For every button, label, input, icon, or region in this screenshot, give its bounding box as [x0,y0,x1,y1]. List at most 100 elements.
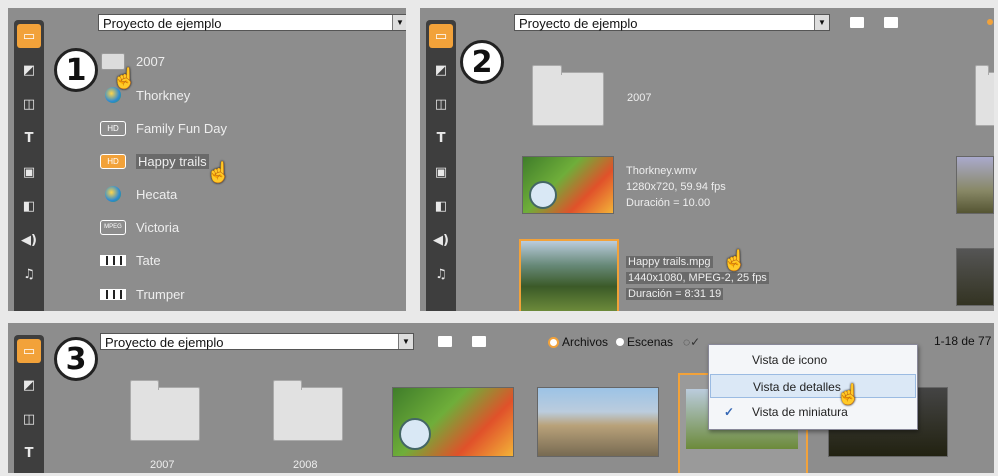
film-strip-icon [100,286,126,303]
list-item[interactable]: Tate [100,249,161,271]
clip-thumbnail[interactable] [537,387,659,457]
list-item[interactable]: Hecata [100,183,177,205]
item-count: 1-18 de 77 [934,334,992,348]
folder-icon[interactable] [884,17,898,28]
project-select[interactable]: Proyecto de ejemplo ▼ [100,333,414,350]
step-badge: 3 [54,337,98,381]
folder-icon[interactable] [532,65,604,126]
radio-files-label[interactable]: Archivos [562,335,608,349]
step-badge: 2 [460,40,504,84]
clip-details: Thorkney.wmv 1280x720, 59.94 fps Duració… [626,163,726,211]
list-item[interactable]: HD Family Fun Day [100,117,227,139]
list-item-label: Happy trails [136,153,209,169]
list-item-label: Hecata [136,186,178,202]
clip-thumbnail-selected[interactable] [519,239,619,311]
menu-item-details-view[interactable]: Vista de detalles [710,374,916,398]
folder-icon[interactable] [130,380,200,441]
film-strip-icon [100,252,126,269]
project-select-value: Proyecto de ejemplo [105,335,224,350]
project-select-value: Proyecto de ejemplo [103,16,222,31]
sound-tab-icon[interactable]: ◀) [429,228,453,252]
radio-icon[interactable] [548,336,559,348]
transitions-tab-icon[interactable]: ◩ [17,58,41,82]
project-select[interactable]: Proyecto de ejemplo ▼ [98,14,406,31]
clip-thumbnail[interactable] [392,387,514,457]
transitions-tab-icon[interactable]: ◩ [429,58,453,82]
panel-list-view: ▭ ◩ ◫ T ▣ ◧ ◀) ♫ 1 Proyecto de ejemplo ▼… [8,8,406,311]
list-item-label: 2007 [136,53,165,69]
menu-item-label: Vista de miniatura [752,405,848,419]
avatar [399,418,431,450]
menus-tab-icon[interactable]: ◧ [429,194,453,218]
folder-icon[interactable] [273,380,343,441]
hd-file-icon: HD [100,153,126,170]
view-filter: Archivos Escenas ◌✓ [548,335,700,349]
folder-label: 2008 [293,459,318,471]
photo-tab-icon[interactable]: ▣ [17,160,41,184]
pointer-cursor-icon: ☝ [836,384,861,406]
clip-name: Happy trails.mpg [626,256,713,268]
view-mode-icon[interactable]: ◌✓ [683,335,700,349]
project-select[interactable]: Proyecto de ejemplo ▼ [514,14,830,31]
montage-tab-icon[interactable]: ◫ [429,92,453,116]
menu-item-label: Vista de icono [752,353,828,367]
transitions-tab-icon[interactable]: ◩ [17,373,41,397]
menu-item-thumbnail-view[interactable]: ✓ Vista de miniatura [710,400,916,424]
menus-tab-icon[interactable]: ◧ [17,194,41,218]
montage-tab-icon[interactable]: ◫ [17,407,41,431]
menu-item-icon-view[interactable]: Vista de icono [710,348,916,372]
clip-details: Happy trails.mpg 1440x1080, MPEG-2, 25 f… [626,254,769,302]
view-mode-menu: Vista de icono Vista de detalles ✓ Vista… [708,344,918,430]
photo-tab-icon[interactable]: ▣ [429,160,453,184]
list-item-label: Victoria [136,219,180,235]
library-tab-icon[interactable]: ▭ [17,24,41,48]
radio-icon[interactable] [987,19,993,25]
montage-tab-icon[interactable]: ◫ [17,92,41,116]
project-select-value: Proyecto de ejemplo [519,16,638,31]
folder-up-icon[interactable] [438,336,452,347]
library-tab-icon[interactable]: ▭ [429,24,453,48]
folder-icon[interactable] [472,336,486,347]
music-tab-icon[interactable]: ♫ [429,262,453,286]
panel-details-view: ▭ ◩ ◫ T ▣ ◧ ◀) ♫ 2 Proyecto de ejemplo ▼… [420,8,994,311]
clip-name: Thorkney.wmv [626,165,697,177]
list-item-label: Family Fun Day [136,120,228,136]
music-tab-icon[interactable]: ♫ [17,262,41,286]
menu-item-label: Vista de detalles [753,380,841,394]
radio-scenes-label[interactable]: Escenas [627,335,673,349]
mpeg-file-icon: MPEG [100,219,126,236]
hd-file-icon: HD [100,120,126,137]
folder-label: 2007 [150,459,175,471]
titles-tab-icon[interactable]: T [429,126,453,150]
wmv-file-icon [100,186,126,203]
list-item-label: Thorkney [136,87,191,103]
titles-tab-icon[interactable]: T [17,126,41,150]
clip-duration: Duración = 10.00 [626,197,711,209]
chevron-down-icon[interactable]: ▼ [392,15,406,30]
clip-resolution: 1440x1080, MPEG-2, 25 fps [626,272,769,284]
library-tab-icon[interactable]: ▭ [17,339,41,363]
chevron-down-icon[interactable]: ▼ [398,334,413,349]
clip-thumbnail[interactable] [956,248,994,306]
step-badge: 1 [54,48,98,92]
list-item-label: Tate [136,252,161,268]
list-item[interactable]: HD Happy trails [100,150,209,172]
sound-tab-icon[interactable]: ◀) [17,228,41,252]
sidebar: ▭ ◩ ◫ T ▣ ◧ ◀) ♫ [426,20,456,311]
radio-icon[interactable] [616,338,625,346]
list-item-label: Trumper [136,286,185,302]
hand-cursor-icon: ☝ [722,250,747,272]
sidebar: ▭ ◩ ◫ T [14,335,44,473]
chevron-down-icon[interactable]: ▼ [814,15,829,30]
folder-icon[interactable] [975,65,994,126]
clip-thumbnail[interactable] [956,156,994,214]
folder-label: 2007 [627,92,652,104]
titles-tab-icon[interactable]: T [17,441,41,465]
avatar [529,181,557,209]
list-item[interactable]: Trumper [100,283,185,305]
clip-resolution: 1280x720, 59.94 fps [626,181,726,193]
clip-thumbnail[interactable] [522,156,614,214]
folder-up-icon[interactable] [850,17,864,28]
list-item[interactable]: MPEG Victoria [100,216,179,238]
hand-cursor-icon: ☝ [112,68,137,90]
